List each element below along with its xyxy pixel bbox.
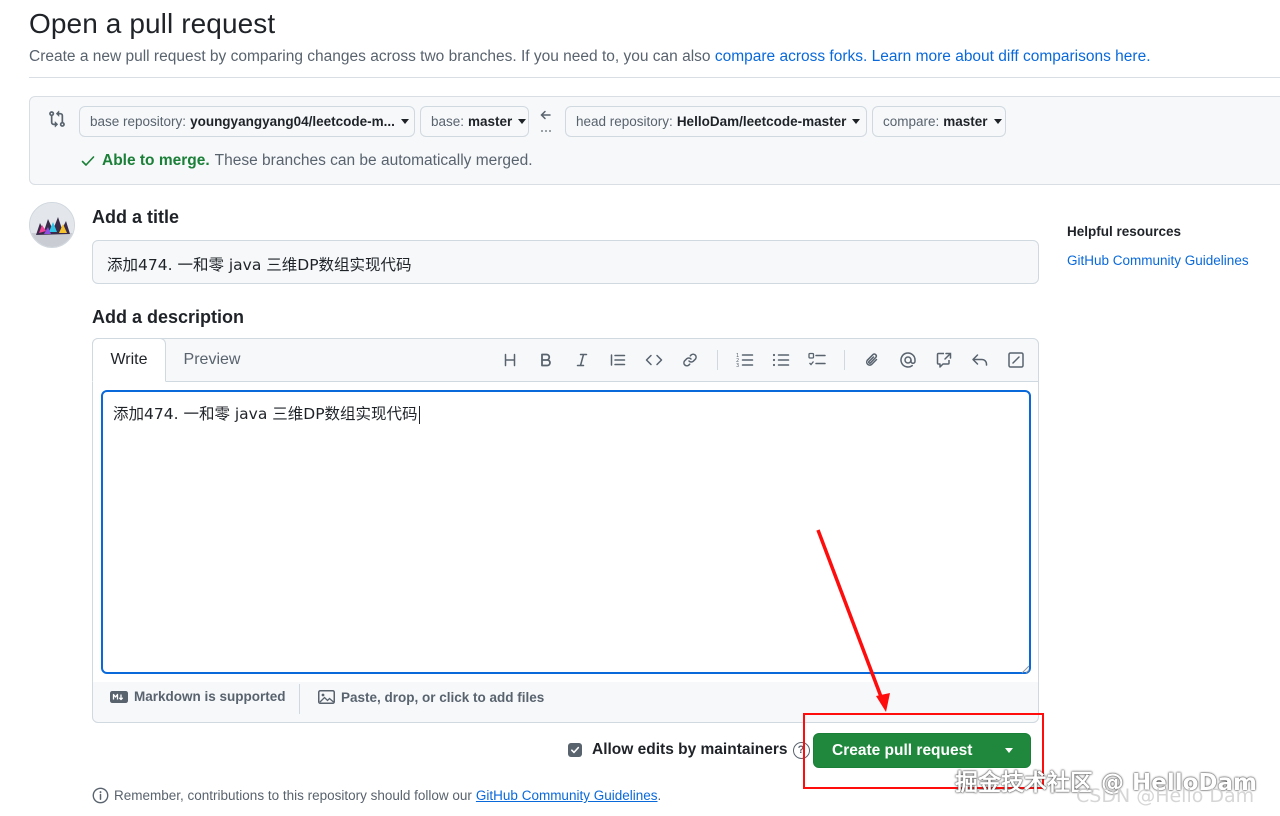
markdown-supported-note[interactable]: Markdown is supported <box>110 689 286 704</box>
task-list-icon[interactable] <box>807 350 827 370</box>
head-repository-value: HelloDam/leetcode-master <box>676 114 847 129</box>
description-text: 添加474. 一和零 java 三维DP数组实现代码 <box>113 405 418 423</box>
subtitle-text: Create a new pull request by comparing c… <box>29 48 715 65</box>
git-compare-icon <box>48 110 66 128</box>
info-icon <box>92 787 109 804</box>
markdown-icon <box>110 690 128 703</box>
base-repository-value: youngyangyang04/leetcode-m... <box>190 114 395 129</box>
resize-handle[interactable] <box>1020 661 1030 674</box>
paperclip-icon[interactable] <box>862 350 882 370</box>
merge-status-text: These branches can be automatically merg… <box>214 152 533 169</box>
helpful-resources-heading: Helpful resources <box>1067 224 1182 239</box>
compare-branch-prefix: compare: <box>883 114 940 129</box>
annotation-arrow <box>816 529 890 712</box>
avatar[interactable] <box>29 202 75 248</box>
image-icon <box>318 690 335 704</box>
csdn-watermark: CSDN @Hello Dam <box>1076 785 1255 807</box>
footer-divider <box>299 684 300 714</box>
quote-icon[interactable] <box>608 350 628 370</box>
chevron-down-icon <box>518 119 527 124</box>
reminder-text: Remember, contributions to this reposito… <box>114 788 472 803</box>
arrow-left-icon <box>538 108 554 136</box>
chevron-down-icon <box>400 119 409 124</box>
mention-icon[interactable] <box>898 350 918 370</box>
title-label: Add a title <box>92 207 180 227</box>
title-input[interactable]: 添加474. 一和零 java 三维DP数组实现代码 <box>92 240 1039 284</box>
head-repository-prefix: head repository: <box>576 114 673 129</box>
base-repository-prefix: base repository: <box>90 114 187 129</box>
base-repository-select[interactable]: base repository: youngyangyang04/leetcode… <box>79 106 415 137</box>
ordered-list-icon[interactable]: 123 <box>735 350 755 370</box>
allow-edits-checkbox[interactable] <box>568 743 582 757</box>
allow-edits-option: Allow edits by maintainers ? <box>568 741 810 759</box>
page-subtitle: Create a new pull request by comparing c… <box>29 48 1151 66</box>
reminder-period: . <box>657 788 662 803</box>
code-icon[interactable] <box>644 350 664 370</box>
base-branch-value: master <box>468 114 513 129</box>
toolbar-divider <box>717 350 718 370</box>
unordered-list-icon[interactable] <box>771 350 791 370</box>
attach-files-label: Paste, drop, or click to add files <box>341 689 545 705</box>
community-reminder: Remember, contributions to this reposito… <box>92 787 661 804</box>
check-icon <box>571 746 580 754</box>
base-branch-select[interactable]: base: master <box>420 106 529 137</box>
italic-icon[interactable] <box>572 350 592 370</box>
header-divider <box>29 77 1280 78</box>
merge-status-ok: Able to merge. <box>102 152 210 169</box>
sidebar-community-guidelines-link[interactable]: GitHub Community Guidelines <box>1067 253 1249 268</box>
bold-icon[interactable] <box>536 350 556 370</box>
chevron-down-icon <box>852 119 861 124</box>
tab-write[interactable]: Write <box>92 338 166 382</box>
allow-edits-label[interactable]: Allow edits by maintainers <box>592 741 788 759</box>
heading-icon[interactable] <box>500 350 520 370</box>
page-title: Open a pull request <box>29 8 276 39</box>
cross-reference-icon[interactable] <box>934 350 954 370</box>
diff-comparisons-link[interactable]: Learn more about diff comparisons here. <box>872 48 1151 65</box>
fullscreen-icon[interactable] <box>1006 350 1026 370</box>
markdown-supported-label: Markdown is supported <box>134 689 286 704</box>
chevron-down-icon <box>993 119 1002 124</box>
reply-icon[interactable] <box>970 350 990 370</box>
check-icon <box>81 156 95 166</box>
base-branch-prefix: base: <box>431 114 465 129</box>
link-icon[interactable] <box>680 350 700 370</box>
tab-preview[interactable]: Preview <box>172 338 252 382</box>
compare-branch-value: master <box>943 114 988 129</box>
description-label: Add a description <box>92 307 245 327</box>
attach-files-button[interactable]: Paste, drop, or click to add files <box>318 689 544 705</box>
community-guidelines-link[interactable]: GitHub Community Guidelines <box>476 788 658 803</box>
head-repository-select[interactable]: head repository: HelloDam/leetcode-master <box>565 106 867 137</box>
toolbar-divider <box>844 350 845 370</box>
merge-status: Able to merge. These branches can be aut… <box>80 152 533 170</box>
compare-forks-link[interactable]: compare across forks. <box>715 48 867 65</box>
svg-text:3: 3 <box>736 363 739 368</box>
text-cursor <box>418 405 420 424</box>
compare-branch-select[interactable]: compare: master <box>872 106 1006 137</box>
